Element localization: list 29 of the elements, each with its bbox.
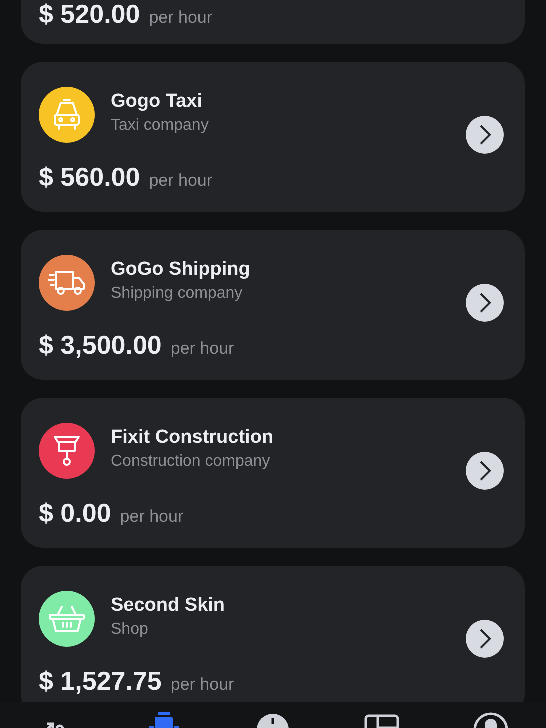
price: $ 3,500.00	[39, 330, 162, 360]
price: $ 0.00	[39, 498, 112, 528]
price-unit: per hour	[170, 674, 234, 696]
chevron-button[interactable]	[466, 620, 504, 658]
chevron-button[interactable]	[466, 284, 504, 322]
company-name: Second Skin	[111, 594, 226, 618]
company-type: Construction company	[111, 452, 272, 472]
company-type: Taxi company	[111, 116, 209, 136]
company-type: Shipping company	[111, 284, 244, 304]
price: $ 560.00	[39, 162, 140, 192]
truck-icon	[48, 269, 86, 297]
chevron-right-icon	[478, 460, 492, 482]
chevron-button[interactable]	[466, 116, 504, 154]
company-name: GoGo Shipping	[111, 258, 250, 282]
company-name: Gogo Taxi	[111, 90, 204, 114]
chevron-button[interactable]	[466, 452, 504, 490]
company-type: Shop	[111, 620, 150, 640]
car-icon	[52, 98, 82, 132]
price-unit: per hour	[149, 170, 213, 192]
basket-icon	[48, 604, 86, 634]
price: $ 1,527.75	[39, 666, 162, 696]
price-unit: per hour	[149, 7, 213, 29]
company-name: Fixit Construction	[111, 426, 274, 450]
chevron-right-icon	[478, 628, 492, 650]
chevron-right-icon	[478, 292, 492, 314]
chevron-right-icon	[478, 124, 492, 146]
price-unit: per hour	[120, 506, 184, 528]
price-unit: per hour	[170, 338, 234, 360]
price: $ 520.00	[39, 0, 140, 29]
